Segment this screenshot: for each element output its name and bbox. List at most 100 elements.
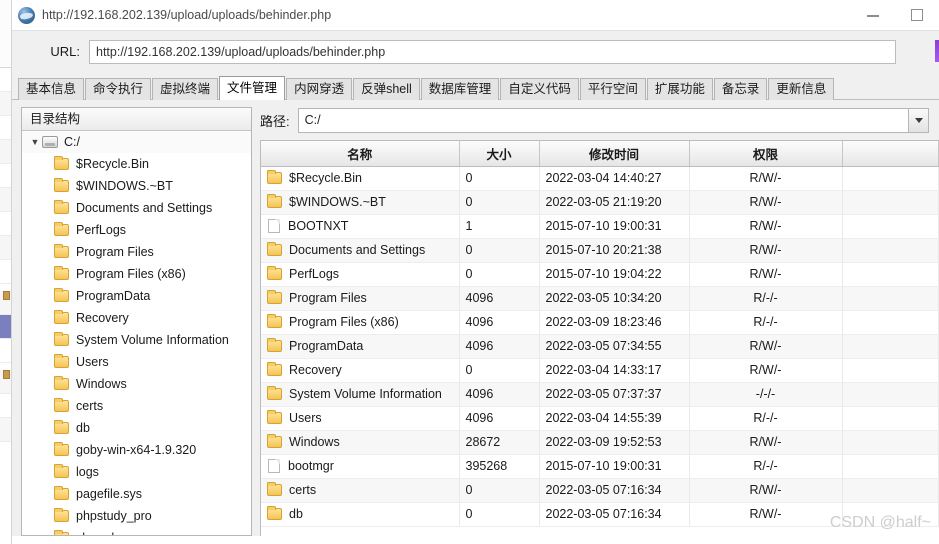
tree-node-item[interactable]: pagefile.sys [22,483,251,505]
column-header-name[interactable]: 名称 [261,141,460,167]
tree-node-label: PerfLogs [76,223,127,237]
url-input[interactable] [89,39,896,64]
column-header-size[interactable]: 大小 [459,141,540,167]
tab-extensions[interactable]: 扩展功能 [646,78,713,100]
cell-extra [842,190,939,215]
file-browser-pane: 路径: 名称 [252,100,939,536]
tab-memo[interactable]: 备忘录 [713,78,768,100]
tree-node-item[interactable]: Documents and Settings [22,197,251,219]
tab-parallel-space[interactable]: 平行空间 [579,78,646,100]
tab-reverse-shell[interactable]: 反弹shell [353,78,420,100]
tree-node-item[interactable]: logs [22,461,251,483]
folder-icon [267,362,282,376]
folder-icon [54,310,69,324]
tree-node-item[interactable]: db [22,417,251,439]
tree-node-item[interactable]: Windows [22,373,251,395]
column-header-modified[interactable]: 修改时间 [539,141,690,167]
file-name: Program Files [289,291,367,305]
file-name: Windows [289,435,340,449]
url-label: URL: [50,44,80,59]
table-row[interactable]: bootmgr 395268 2015-07-10 19:00:31 R/-/- [261,454,939,479]
file-name: System Volume Information [289,387,442,401]
tree-node-item[interactable]: $Recycle.Bin [22,153,251,175]
cell-permission: R/W/- [689,238,843,263]
table-row[interactable]: PerfLogs 0 2015-07-10 19:04:22 R/W/- [261,262,939,287]
table-row[interactable]: certs 0 2022-03-05 07:16:34 R/W/- [261,478,939,503]
cell-extra [842,214,939,239]
table-row[interactable]: BOOTNXT 1 2015-07-10 19:00:31 R/W/- [261,214,939,239]
tree-node-item[interactable]: Recovery [22,307,251,329]
window-title: http://192.168.202.139/upload/uploads/be… [42,8,332,22]
cell-permission: R/W/- [689,430,843,455]
folder-icon [54,508,69,522]
cell-extra [842,382,939,407]
tree-node-label: shared [76,531,114,535]
chevron-down-icon[interactable]: ▼ [28,137,42,147]
tree-node-item[interactable]: certs [22,395,251,417]
cell-modified: 2015-07-10 19:04:22 [539,262,690,287]
tab-database-manage[interactable]: 数据库管理 [420,78,500,100]
tab-command-exec[interactable]: 命令执行 [85,78,152,100]
tree-node-root[interactable]: ▼ C:/ [22,131,251,153]
tree-node-item[interactable]: Program Files [22,241,251,263]
tree-node-item[interactable]: System Volume Information [22,329,251,351]
tree-node-item[interactable]: shared [22,527,251,535]
file-list: 名称 大小 修改时间 权限 $Recycle.Bin 0 2022-03-04 … [260,140,939,536]
cell-modified: 2022-03-04 14:40:27 [539,166,690,191]
table-row[interactable]: Recovery 0 2022-03-04 14:33:17 R/W/- [261,358,939,383]
column-header-extra[interactable] [842,141,939,167]
cell-size: 395268 [459,454,540,479]
tab-virtual-terminal[interactable]: 虚拟终端 [152,78,219,100]
maximize-button[interactable] [895,0,939,30]
tree-node-item[interactable]: Program Files (x86) [22,263,251,285]
cell-extra [842,406,939,431]
table-row[interactable]: Program Files (x86) 4096 2022-03-09 18:2… [261,310,939,335]
table-row[interactable]: Windows 28672 2022-03-09 19:52:53 R/W/- [261,430,939,455]
tree-node-label: logs [76,465,99,479]
column-header-permission[interactable]: 权限 [689,141,843,167]
table-row[interactable]: System Volume Information 4096 2022-03-0… [261,382,939,407]
path-input[interactable] [297,107,908,133]
table-row[interactable]: Users 4096 2022-03-04 14:55:39 R/-/- [261,406,939,431]
table-row[interactable]: db 0 2022-03-05 07:16:34 R/W/- [261,502,939,527]
folder-icon [54,376,69,390]
tab-update-info[interactable]: 更新信息 [768,78,835,100]
tab-custom-code[interactable]: 自定义代码 [500,78,579,100]
file-name: Recovery [289,363,342,377]
tree-node-item[interactable]: goby-win-x64-1.9.320 [22,439,251,461]
path-dropdown-button[interactable] [908,107,929,133]
folder-icon [267,506,282,520]
cell-name: Recovery [261,358,460,383]
tab-intranet-tunnel[interactable]: 内网穿透 [286,78,353,100]
tree-node-item[interactable]: phpstudy_pro [22,505,251,527]
cell-extra [842,238,939,263]
table-row[interactable]: Documents and Settings 0 2015-07-10 20:2… [261,238,939,263]
cell-permission: R/W/- [689,334,843,359]
table-row[interactable]: ProgramData 4096 2022-03-05 07:34:55 R/W… [261,334,939,359]
background-row-icon [3,370,10,379]
tree-node-item[interactable]: PerfLogs [22,219,251,241]
cell-size: 4096 [459,286,540,311]
tab-basic-info[interactable]: 基本信息 [18,78,85,100]
application-window: http://192.168.202.139/upload/uploads/be… [11,0,939,544]
tab-file-management[interactable]: 文件管理 [219,76,286,100]
table-row[interactable]: $Recycle.Bin 0 2022-03-04 14:40:27 R/W/- [261,166,939,191]
tree-node-item[interactable]: $WINDOWS.~BT [22,175,251,197]
cell-name: certs [261,478,460,503]
directory-tree-body[interactable]: ▼ C:/ $Recycle.Bin $WINDOWS.~BT Document… [22,131,251,535]
file-name: certs [289,483,317,497]
url-action-button[interactable] [935,40,939,62]
table-row[interactable]: Program Files 4096 2022-03-05 10:34:20 R… [261,286,939,311]
folder-icon [267,410,282,424]
tree-node-item[interactable]: Users [22,351,251,373]
cell-permission: R/W/- [689,478,843,503]
cell-permission: R/W/- [689,190,843,215]
tree-node-item[interactable]: ProgramData [22,285,251,307]
cell-name: Program Files (x86) [261,310,460,335]
folder-icon [267,266,282,280]
cell-size: 4096 [459,406,540,431]
table-row[interactable]: $WINDOWS.~BT 0 2022-03-05 21:19:20 R/W/- [261,190,939,215]
cell-size: 4096 [459,382,540,407]
tree-node-label: ProgramData [76,289,151,303]
minimize-button[interactable] [851,0,895,30]
